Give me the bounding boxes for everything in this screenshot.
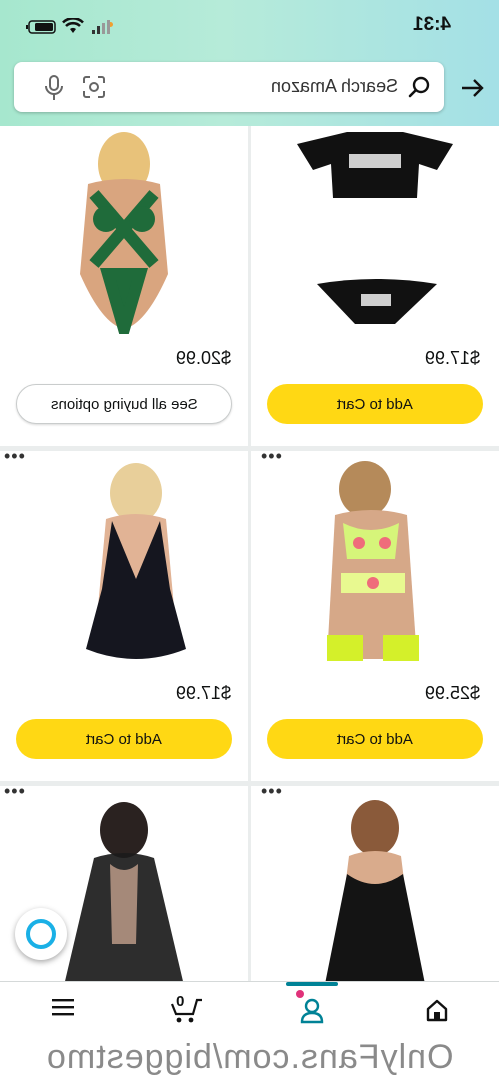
add-to-cart-button[interactable]: Add to Cart <box>267 384 483 424</box>
more-options-icon[interactable]: ••• <box>261 786 283 800</box>
microphone-icon[interactable] <box>42 74 66 102</box>
product-image[interactable] <box>36 794 212 981</box>
product-image[interactable] <box>287 459 463 669</box>
more-options-icon[interactable]: ••• <box>4 786 26 800</box>
header-bar: 4:31 Search Amazon <box>0 0 499 126</box>
product-price: $25.99 <box>425 683 481 703</box>
product-image[interactable] <box>287 126 463 334</box>
add-to-cart-button[interactable]: Add to Cart <box>16 719 232 759</box>
home-icon[interactable] <box>425 998 449 1022</box>
see-all-buying-options-button[interactable]: See all buying options <box>16 384 232 424</box>
notification-badge <box>296 990 304 998</box>
search-placeholder: Search Amazon <box>270 76 398 96</box>
back-arrow-icon[interactable] <box>461 76 485 100</box>
add-to-cart-button[interactable]: Add to Cart <box>267 719 483 759</box>
product-price: $17.99 <box>425 348 481 368</box>
battery-icon <box>26 20 56 34</box>
menu-icon[interactable] <box>52 998 74 1016</box>
more-options-icon[interactable]: ••• <box>261 451 283 465</box>
search-input[interactable]: Search Amazon <box>14 62 444 112</box>
alexa-button[interactable] <box>15 908 67 960</box>
product-price: $20.99 <box>176 348 232 368</box>
active-tab-indicator <box>286 982 338 986</box>
wifi-icon <box>62 18 84 33</box>
product-card[interactable]: ••• $25.99 Add to Cart <box>251 451 499 781</box>
product-card[interactable]: ••• <box>251 786 499 981</box>
more-options-icon[interactable]: ••• <box>4 451 26 465</box>
status-bar: 4:31 <box>0 14 499 40</box>
product-image[interactable] <box>36 126 212 334</box>
bottom-nav: 0 <box>0 981 499 1040</box>
camera-scan-icon[interactable] <box>82 75 106 99</box>
watermark: OnlyFans.com/biggestmo <box>0 1035 499 1079</box>
alexa-icon <box>26 919 56 949</box>
cart-icon[interactable] <box>168 996 204 1024</box>
product-card[interactable]: ••• $17.99 Add to Cart <box>0 451 248 781</box>
product-price: $17.99 <box>176 683 232 703</box>
product-grid: ••• $20.99 See all buying options ••• $1… <box>0 126 499 981</box>
search-icon[interactable] <box>408 75 432 99</box>
product-card[interactable]: ••• $17.99 Add to Cart <box>251 126 499 446</box>
cellular-signal-icon <box>92 20 110 34</box>
account-icon[interactable] <box>300 998 324 1024</box>
product-image[interactable] <box>36 459 212 669</box>
product-card[interactable]: ••• $20.99 See all buying options <box>0 126 248 446</box>
product-image[interactable] <box>287 794 463 981</box>
status-time: 4:31 <box>412 14 451 35</box>
